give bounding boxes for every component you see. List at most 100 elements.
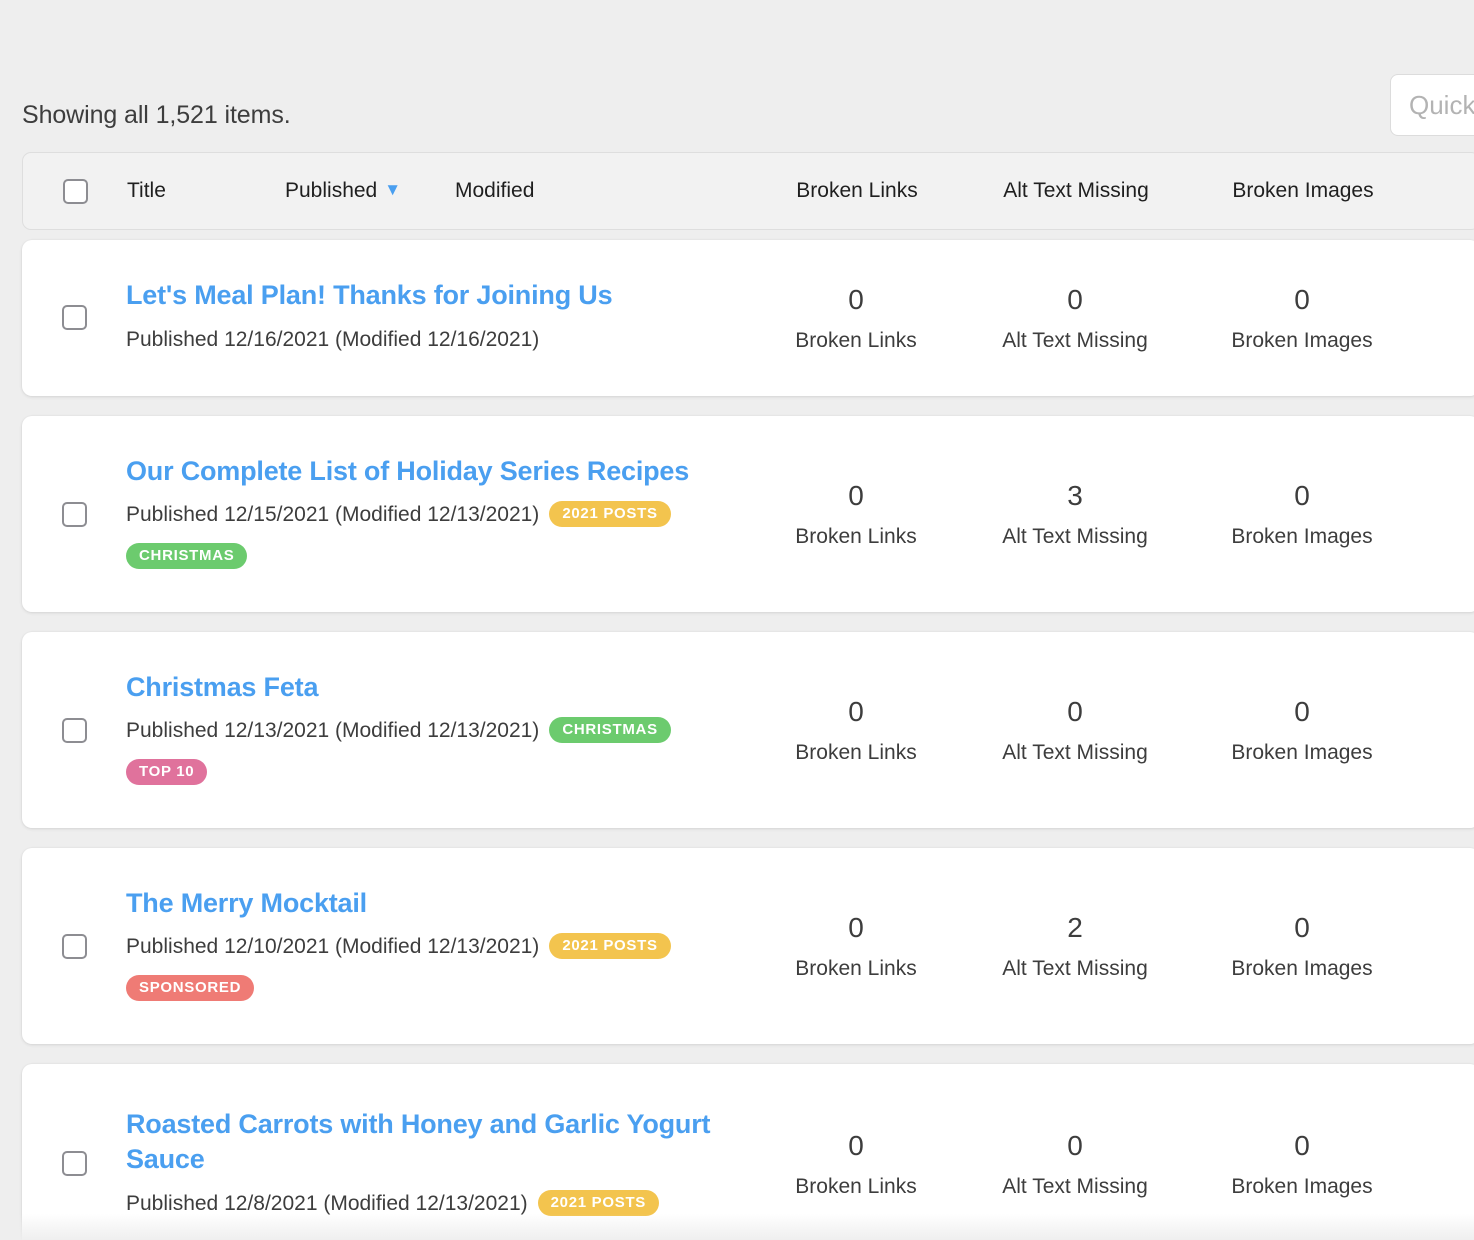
metric-value: 0	[1294, 695, 1310, 727]
metric-value: 0	[1067, 283, 1083, 315]
row-tag-badge[interactable]: 2021 POSTS	[549, 501, 671, 527]
metric-value: 0	[848, 479, 864, 511]
metric-broken-links: 0 Broken Links	[750, 479, 962, 550]
row-content: Roasted Carrots with Honey and Garlic Yo…	[22, 1107, 1474, 1222]
column-header-published[interactable]: Published ▼	[285, 179, 455, 203]
column-header-alt-text-missing[interactable]: Alt Text Missing	[963, 179, 1189, 203]
metric-label: Broken Links	[795, 957, 917, 981]
table-body: Let's Meal Plan! Thanks for Joining Us Pu…	[0, 240, 1474, 1240]
table-header-row: Title Published ▼ Modified Broken Links A…	[22, 152, 1474, 230]
metric-value: 0	[848, 1129, 864, 1161]
column-header-modified[interactable]: Modified	[455, 179, 751, 203]
table-row[interactable]: Our Complete List of Holiday Series Reci…	[22, 416, 1474, 612]
row-title-link[interactable]: The Merry Mocktail	[126, 886, 367, 922]
row-title-cell: Christmas Feta Published 12/13/2021 (Modi…	[126, 670, 750, 791]
showing-items-label: Showing all 1,521 items.	[22, 101, 291, 129]
metric-broken-links: 0 Broken Links	[750, 1129, 962, 1200]
row-dates-label: Published 12/15/2021 (Modified 12/13/202…	[126, 503, 540, 527]
toolbar: Showing all 1,521 items.	[0, 0, 1474, 148]
row-checkbox[interactable]	[61, 933, 87, 959]
metric-value: 0	[1294, 479, 1310, 511]
row-dates-label: Published 12/16/2021 (Modified 12/16/202…	[126, 327, 540, 351]
row-checkbox[interactable]	[61, 305, 87, 331]
metric-broken-images: 0 Broken Images	[1188, 1129, 1416, 1200]
metric-value: 0	[848, 695, 864, 727]
column-header-title[interactable]: Title	[127, 179, 285, 203]
row-checkbox[interactable]	[61, 501, 87, 527]
column-header-broken-images[interactable]: Broken Images	[1189, 179, 1417, 203]
column-header-broken-links[interactable]: Broken Links	[751, 179, 963, 203]
metric-label: Alt Text Missing	[1002, 1175, 1148, 1199]
quick-search-input[interactable]	[1390, 74, 1474, 136]
row-title-link[interactable]: Roasted Carrots with Honey and Garlic Yo…	[126, 1107, 750, 1178]
row-content: Let's Meal Plan! Thanks for Joining Us Pu…	[22, 278, 1474, 357]
select-all-cell	[23, 178, 127, 204]
row-meta: Published 12/8/2021 (Modified 12/13/2021…	[126, 1187, 750, 1222]
table-row[interactable]: Let's Meal Plan! Thanks for Joining Us Pu…	[22, 240, 1474, 396]
metric-label: Broken Images	[1231, 329, 1373, 353]
metric-label: Alt Text Missing	[1002, 957, 1148, 981]
row-content: Christmas Feta Published 12/13/2021 (Modi…	[22, 670, 1474, 791]
sort-desc-icon[interactable]: ▼	[384, 180, 401, 200]
metric-label: Broken Links	[795, 741, 917, 765]
metric-broken-links: 0 Broken Links	[750, 911, 962, 982]
row-select-cell	[22, 933, 126, 959]
metric-broken-images: 0 Broken Images	[1188, 695, 1416, 766]
row-dates-label: Published 12/10/2021 (Modified 12/13/202…	[126, 935, 540, 959]
row-tag-badge[interactable]: CHRISTMAS	[126, 542, 248, 569]
metric-label: Alt Text Missing	[1002, 525, 1148, 549]
metric-broken-images: 0 Broken Images	[1188, 283, 1416, 354]
row-select-cell	[22, 717, 126, 743]
row-title-cell: Let's Meal Plan! Thanks for Joining Us Pu…	[126, 278, 750, 357]
metric-value: 2	[1067, 911, 1083, 943]
metric-label: Broken Links	[795, 329, 917, 353]
metric-value: 0	[1294, 1129, 1310, 1161]
metric-value: 0	[1067, 1129, 1083, 1161]
row-title-link[interactable]: Let's Meal Plan! Thanks for Joining Us	[126, 278, 613, 314]
metric-label: Broken Images	[1231, 741, 1373, 765]
table-row[interactable]: The Merry Mocktail Published 12/10/2021 (…	[22, 848, 1474, 1044]
metric-value: 0	[848, 283, 864, 315]
table-row[interactable]: Roasted Carrots with Honey and Garlic Yo…	[22, 1064, 1474, 1240]
row-tag-badge[interactable]: SPONSORED	[126, 974, 255, 1001]
metric-label: Broken Links	[795, 525, 917, 549]
metric-label: Broken Images	[1231, 957, 1373, 981]
select-all-checkbox[interactable]	[62, 178, 88, 204]
row-content: The Merry Mocktail Published 12/10/2021 (…	[22, 886, 1474, 1007]
metric-label: Broken Images	[1231, 1175, 1373, 1199]
metric-value: 0	[1294, 911, 1310, 943]
metric-alt-text-missing: 0 Alt Text Missing	[962, 695, 1188, 766]
row-dates-label: Published 12/8/2021 (Modified 12/13/2021…	[126, 1191, 528, 1215]
row-title-link[interactable]: Our Complete List of Holiday Series Reci…	[126, 454, 689, 490]
row-tag-badge[interactable]: CHRISTMAS	[549, 717, 671, 743]
row-title-cell: The Merry Mocktail Published 12/10/2021 (…	[126, 886, 750, 1007]
metric-broken-images: 0 Broken Images	[1188, 479, 1416, 550]
row-title-cell: Our Complete List of Holiday Series Reci…	[126, 454, 750, 575]
content-audit-page: Showing all 1,521 items. Title Published…	[0, 0, 1474, 1240]
metric-label: Broken Images	[1231, 525, 1373, 549]
row-content: Our Complete List of Holiday Series Reci…	[22, 454, 1474, 575]
metric-label: Alt Text Missing	[1002, 329, 1148, 353]
column-header-published-label: Published	[285, 179, 378, 202]
metric-label: Broken Links	[795, 1175, 917, 1199]
row-select-cell	[22, 501, 126, 527]
row-title-link[interactable]: Christmas Feta	[126, 670, 318, 706]
row-tag-badge[interactable]: TOP 10	[126, 758, 208, 785]
metric-alt-text-missing: 0 Alt Text Missing	[962, 1129, 1188, 1200]
metric-value: 0	[1294, 283, 1310, 315]
row-tag-badge[interactable]: 2021 POSTS	[537, 1189, 660, 1216]
row-meta: Published 12/15/2021 (Modified 12/13/202…	[126, 498, 750, 574]
metric-broken-links: 0 Broken Links	[750, 283, 962, 354]
row-select-cell	[22, 305, 126, 331]
metric-alt-text-missing: 3 Alt Text Missing	[962, 479, 1188, 550]
row-meta: Published 12/16/2021 (Modified 12/16/202…	[126, 323, 750, 358]
row-title-cell: Roasted Carrots with Honey and Garlic Yo…	[126, 1107, 750, 1222]
table-row[interactable]: Christmas Feta Published 12/13/2021 (Modi…	[22, 632, 1474, 828]
row-meta: Published 12/13/2021 (Modified 12/13/202…	[126, 714, 750, 790]
metric-broken-links: 0 Broken Links	[750, 695, 962, 766]
row-tag-badge[interactable]: 2021 POSTS	[549, 933, 671, 959]
row-checkbox[interactable]	[61, 1151, 87, 1177]
row-checkbox[interactable]	[61, 717, 87, 743]
metric-label: Alt Text Missing	[1002, 741, 1148, 765]
metric-value: 0	[1067, 695, 1083, 727]
